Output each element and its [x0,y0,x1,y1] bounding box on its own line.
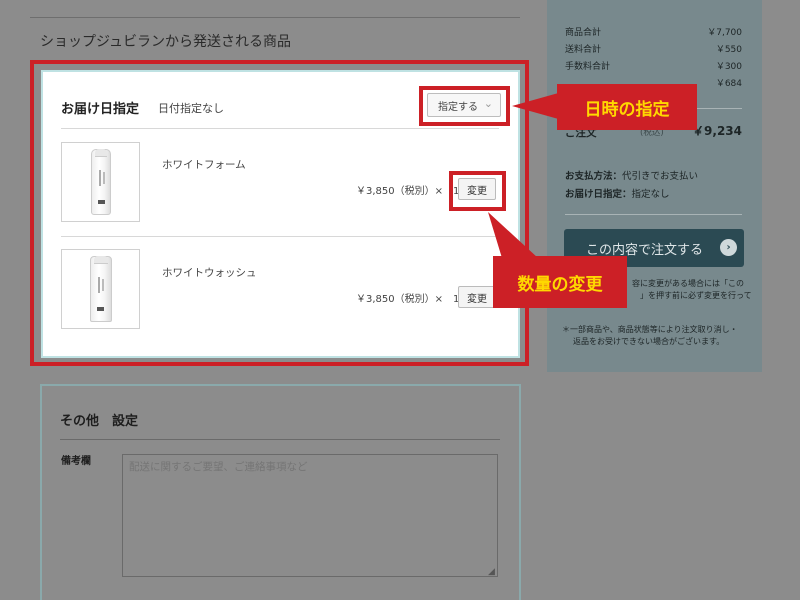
date-callout: 日時の指定 [557,84,697,130]
date-callout-pointer [512,92,562,120]
quantity-callout: 数量の変更 [493,256,627,308]
